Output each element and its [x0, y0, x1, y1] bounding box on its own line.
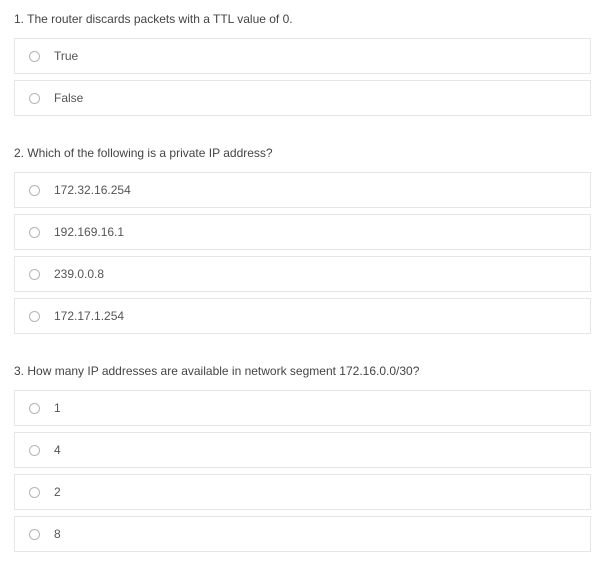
option-label: 1	[54, 401, 61, 415]
radio-icon	[29, 51, 40, 62]
option-label: 172.17.1.254	[54, 309, 124, 323]
radio-icon	[29, 445, 40, 456]
radio-icon	[29, 185, 40, 196]
option-row[interactable]: 4	[14, 432, 591, 468]
option-label: 172.32.16.254	[54, 183, 131, 197]
option-label: True	[54, 49, 78, 63]
question-1: 1. The router discards packets with a TT…	[14, 12, 591, 116]
question-number: 3.	[14, 364, 24, 378]
option-label: False	[54, 91, 83, 105]
option-row[interactable]: 8	[14, 516, 591, 552]
option-row[interactable]: 239.0.0.8	[14, 256, 591, 292]
question-text: Which of the following is a private IP a…	[27, 146, 272, 160]
question-prompt: 1. The router discards packets with a TT…	[14, 12, 591, 26]
radio-icon	[29, 529, 40, 540]
option-label: 8	[54, 527, 61, 541]
radio-icon	[29, 403, 40, 414]
option-row[interactable]: True	[14, 38, 591, 74]
question-number: 2.	[14, 146, 24, 160]
option-label: 192.169.16.1	[54, 225, 124, 239]
question-prompt: 2. Which of the following is a private I…	[14, 146, 591, 160]
option-row[interactable]: 172.17.1.254	[14, 298, 591, 334]
radio-icon	[29, 269, 40, 280]
option-label: 2	[54, 485, 61, 499]
radio-icon	[29, 227, 40, 238]
option-label: 4	[54, 443, 61, 457]
option-row[interactable]: 1	[14, 390, 591, 426]
question-number: 1.	[14, 12, 24, 26]
question-3: 3. How many IP addresses are available i…	[14, 364, 591, 552]
option-label: 239.0.0.8	[54, 267, 104, 281]
radio-icon	[29, 487, 40, 498]
option-row[interactable]: False	[14, 80, 591, 116]
radio-icon	[29, 311, 40, 322]
question-prompt: 3. How many IP addresses are available i…	[14, 364, 591, 378]
option-row[interactable]: 2	[14, 474, 591, 510]
question-2: 2. Which of the following is a private I…	[14, 146, 591, 334]
question-text: How many IP addresses are available in n…	[27, 364, 419, 378]
question-text: The router discards packets with a TTL v…	[27, 12, 292, 26]
option-row[interactable]: 192.169.16.1	[14, 214, 591, 250]
radio-icon	[29, 93, 40, 104]
option-row[interactable]: 172.32.16.254	[14, 172, 591, 208]
